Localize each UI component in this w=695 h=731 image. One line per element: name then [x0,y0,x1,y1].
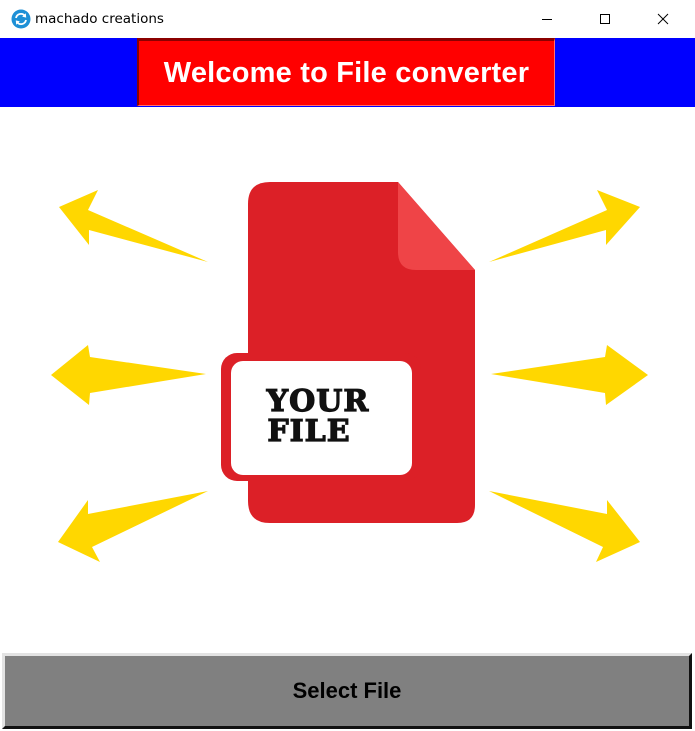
arrow-lower-left [58,491,208,562]
arrow-lower-right [489,491,640,562]
header-banner: Welcome to File converter [137,38,555,106]
arrow-middle-right [491,345,648,405]
header-title: Welcome to File converter [163,56,530,89]
maximize-icon [600,14,610,24]
file-label-line2: FILE [267,414,350,449]
select-file-button[interactable]: Select File [2,653,692,729]
select-file-label: Select File [292,678,402,703]
minimize-icon [542,19,552,20]
title-bar: machado creations [0,0,695,38]
minimize-button[interactable] [524,0,570,38]
file-fold-corner [398,182,475,270]
close-button[interactable] [640,0,686,38]
arrow-upper-right [489,190,640,262]
file-illustration: YOUR FILE [51,182,648,562]
app-sync-icon [11,9,31,29]
close-icon [657,13,669,25]
window-title: machado creations [35,11,164,27]
arrow-upper-left [59,190,208,262]
maximize-button[interactable] [582,0,628,38]
arrow-middle-left [51,345,206,405]
